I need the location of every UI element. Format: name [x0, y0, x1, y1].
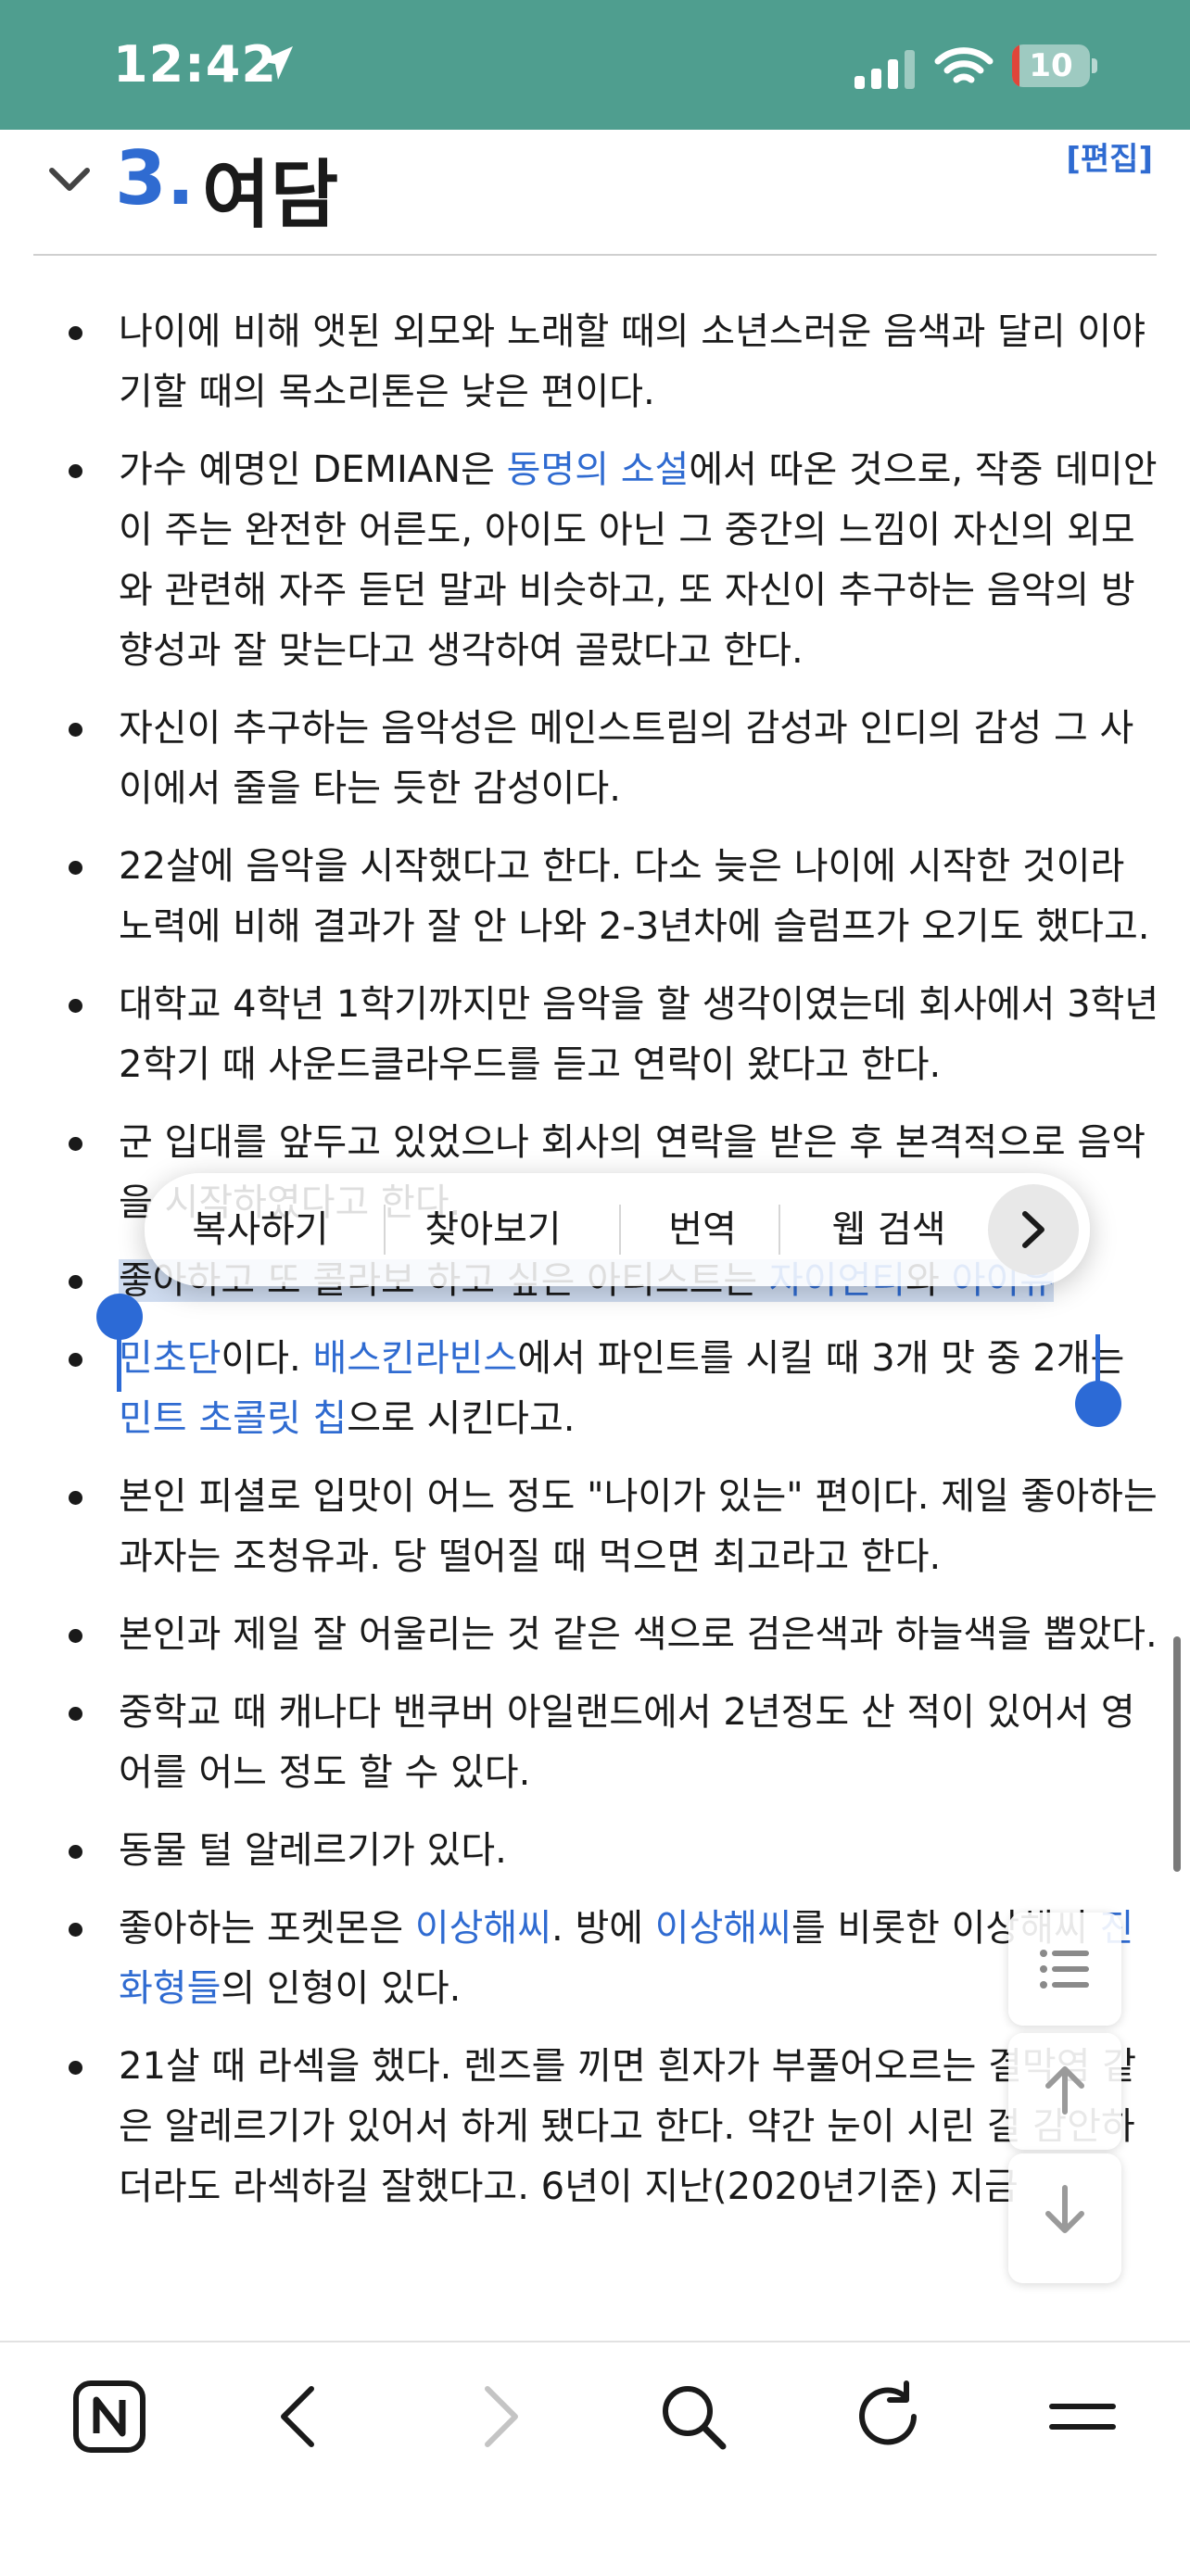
list-item: 민초단이다. 배스킨라빈스에서 파인트를 시킬 때 3개 맛 중 2개는 민트 …	[0, 1329, 1190, 1449]
chevron-right-icon	[1022, 1211, 1044, 1248]
bottom-toolbar	[0, 2341, 1190, 2576]
wiki-link[interactable]: 민트 초콜릿 칩	[119, 1397, 347, 1440]
list-item: 본인과 제일 잘 어울리는 것 같은 색으로 검은색과 하늘색을 뽑았다.	[0, 1605, 1190, 1665]
back-icon[interactable]	[261, 2378, 339, 2456]
selection-start-handle[interactable]	[96, 1294, 143, 1340]
item-text: 의 인형이 있다.	[221, 1967, 462, 2010]
edit-link[interactable]: [편집]	[1066, 133, 1153, 179]
item-text: 자신이 추구하는 음악성은 메인스트림의 감성과 인디의 감성 그 사이에서 줄…	[119, 707, 1134, 810]
list-item: 동물 털 알레르기가 있다.	[0, 1821, 1190, 1881]
more-options-button[interactable]	[988, 1184, 1079, 1275]
item-text: 본인과 제일 잘 어울리는 것 같은 색으로 검은색과 하늘색을 뽑았다.	[119, 1613, 1158, 1656]
wiki-link[interactable]: 이상해씨	[415, 1907, 551, 1950]
status-bar: 12:42 10	[0, 0, 1190, 130]
web-search-menu-item[interactable]: 웹 검색	[801, 1173, 977, 1286]
list-icon	[1040, 1950, 1089, 1989]
item-text: . 방에	[551, 1907, 655, 1950]
list-item: 자신이 추구하는 음악성은 메인스트림의 감성과 인디의 감성 그 사이에서 줄…	[0, 699, 1190, 819]
scroll-indicator[interactable]	[1173, 1636, 1181, 1872]
cellular-signal-icon	[855, 50, 915, 89]
item-text: 으로 시킨다고.	[347, 1397, 576, 1440]
item-text: 가수 예명인 DEMIAN은	[119, 448, 507, 491]
list-item: 본인 피셜로 입맛이 어느 정도 "나이가 있는" 편이다. 제일 좋아하는 과…	[0, 1467, 1190, 1587]
list-item: 나이에 비해 앳된 외모와 노래할 때의 소년스러운 음색과 달리 이야기할 때…	[0, 302, 1190, 423]
list-item: 중학교 때 캐나다 밴쿠버 아일랜드에서 2년정도 산 적이 있어서 영어를 어…	[0, 1683, 1190, 1803]
item-text: 본인 피셜로 입맛이 어느 정도 "나이가 있는" 편이다. 제일 좋아하는 과…	[119, 1475, 1158, 1578]
section-divider	[33, 254, 1157, 256]
lookup-menu-item[interactable]: 찾아보기	[406, 1173, 580, 1286]
chevron-down-icon[interactable]	[48, 158, 91, 200]
copy-menu-item[interactable]: 복사하기	[182, 1173, 339, 1286]
text-selection-menu: 복사하기 찾아보기 번역 웹 검색	[145, 1173, 1090, 1286]
item-text: 대학교 4학년 1학기까지만 음악을 할 생각이였는데 회사에서 3학년 2학기…	[119, 983, 1159, 1086]
wiki-link[interactable]: 민초단	[119, 1337, 221, 1380]
scroll-top-button[interactable]	[1008, 2033, 1121, 2150]
wiki-link[interactable]: 배스킨라빈스	[312, 1337, 517, 1380]
toc-button[interactable]	[1008, 1913, 1121, 2026]
item-text: 이다.	[221, 1337, 313, 1380]
location-arrow-icon	[260, 46, 293, 80]
forward-icon[interactable]	[460, 2378, 538, 2456]
article-content: 나이에 비해 앳된 외모와 노래할 때의 소년스러운 음색과 달리 이야기할 때…	[0, 302, 1190, 2341]
wifi-icon	[934, 47, 994, 83]
namu-logo-icon[interactable]	[70, 2378, 148, 2456]
selection-start-bar	[117, 1334, 121, 1392]
translate-menu-item[interactable]: 번역	[643, 1173, 762, 1286]
list-item: 가수 예명인 DEMIAN은 동명의 소설에서 따온 것으로, 작중 데미안이 …	[0, 440, 1190, 681]
search-icon[interactable]	[654, 2378, 732, 2456]
arrow-up-icon	[1045, 2066, 1084, 2115]
wiki-link[interactable]: 동명의 소설	[507, 448, 690, 491]
item-text: 좋아하는 포켓몬은	[119, 1907, 415, 1950]
item-text: 동물 털 알레르기가 있다.	[119, 1829, 507, 1872]
list-item: 22살에 음악을 시작했다고 한다. 다소 늦은 나이에 시작한 것이라 노력에…	[0, 837, 1190, 957]
menu-icon[interactable]	[1044, 2378, 1121, 2456]
item-text: 중학교 때 캐나다 밴쿠버 아일랜드에서 2년정도 산 적이 있어서 영어를 어…	[119, 1691, 1135, 1794]
scroll-bottom-button[interactable]	[1008, 2153, 1121, 2283]
status-time: 12:42	[113, 35, 277, 94]
selection-end-handle[interactable]	[1075, 1381, 1121, 1427]
item-text: 21살 때 라섹을 했다. 렌즈를 끼면 흰자가 부풀어오르는 결막염 같은 알…	[119, 2045, 1137, 2208]
battery-icon: 10	[1012, 44, 1097, 87]
section-number: 3.	[115, 135, 196, 221]
item-text: 22살에 음악을 시작했다고 한다. 다소 늦은 나이에 시작한 것이라 노력에…	[119, 845, 1150, 948]
item-text: 나이에 비해 앳된 외모와 노래할 때의 소년스러운 음색과 달리 이야기할 때…	[119, 310, 1146, 413]
wiki-link[interactable]: 이상해씨	[655, 1907, 791, 1950]
battery-level: 10	[1029, 47, 1073, 84]
section-title: 여담	[202, 152, 339, 238]
reload-icon[interactable]	[849, 2378, 927, 2456]
item-text: 에서 파인트를 시킬 때 3개 맛 중 2개는	[517, 1337, 1125, 1380]
list-item: 대학교 4학년 1학기까지만 음악을 할 생각이였는데 회사에서 3학년 2학기…	[0, 975, 1190, 1095]
arrow-down-icon	[1045, 2185, 1084, 2233]
